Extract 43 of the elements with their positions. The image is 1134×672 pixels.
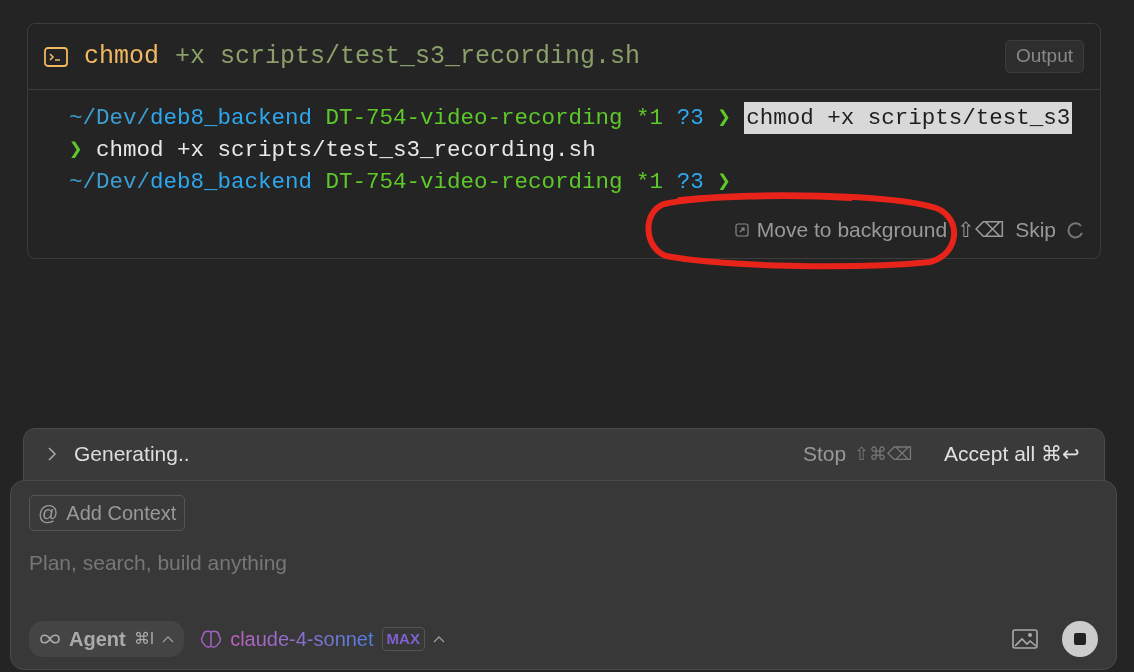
directory-text: ?3	[676, 168, 704, 197]
branch-text: *1	[636, 104, 664, 133]
skip-button[interactable]: Skip	[1015, 214, 1056, 246]
selected-command-text: chmod +x scripts/test_s3	[744, 102, 1073, 134]
accept-all-button[interactable]: Accept all ⌘↩	[944, 438, 1080, 470]
add-context-button[interactable]: @ Add Context	[29, 495, 186, 531]
branch-text: DT-754-video-recording	[325, 104, 623, 133]
model-selector[interactable]: claude-4-sonnet MAX	[200, 624, 445, 654]
mode-label: Agent	[69, 627, 126, 652]
branch-text: DT-754-video-recording	[325, 168, 623, 197]
spinner-icon	[1066, 220, 1084, 239]
path-text: ~/Dev/	[69, 168, 150, 197]
command-arguments: +x scripts/test_s3_recording.sh	[175, 40, 641, 73]
caret-icon	[432, 635, 445, 643]
directory-text: deb8_backend	[150, 168, 313, 197]
output-button[interactable]: Output	[1004, 40, 1084, 73]
command-name: chmod	[84, 40, 159, 73]
max-badge: MAX	[381, 626, 425, 652]
shortcut-text: ⇧⌘⌫	[854, 442, 913, 466]
prompt-symbol: ❯	[717, 104, 731, 133]
shortcut-text: ⇧⌫	[957, 217, 1006, 243]
brain-icon	[200, 629, 223, 649]
caret-icon	[162, 635, 175, 643]
stop-generation-button[interactable]	[1062, 621, 1098, 657]
at-sign: @	[38, 501, 59, 526]
stop-button[interactable]: Stop	[802, 438, 847, 470]
external-icon	[734, 222, 749, 237]
terminal-icon	[44, 46, 68, 67]
branch-text: *1	[636, 168, 664, 197]
path-text: ~/Dev/	[69, 104, 150, 133]
prompt-symbol: ❯	[717, 168, 731, 197]
message-input-field[interactable]: Plan, search, build anything	[29, 547, 1098, 579]
generating-status: Generating..	[74, 441, 191, 468]
directory-text: ?3	[676, 104, 704, 133]
command-text: chmod +x scripts/test_s3_recording.sh	[96, 136, 596, 165]
image-icon	[1012, 629, 1038, 649]
infinity-icon	[39, 633, 61, 645]
stop-icon	[1074, 633, 1086, 645]
move-to-background-button[interactable]: Move to background	[734, 214, 948, 246]
shortcut-text: ⌘I	[133, 629, 155, 649]
directory-text: deb8_backend	[150, 104, 313, 133]
agent-mode-button[interactable]: Agent ⌘I	[29, 621, 185, 657]
prompt-symbol: ❯	[69, 136, 83, 165]
